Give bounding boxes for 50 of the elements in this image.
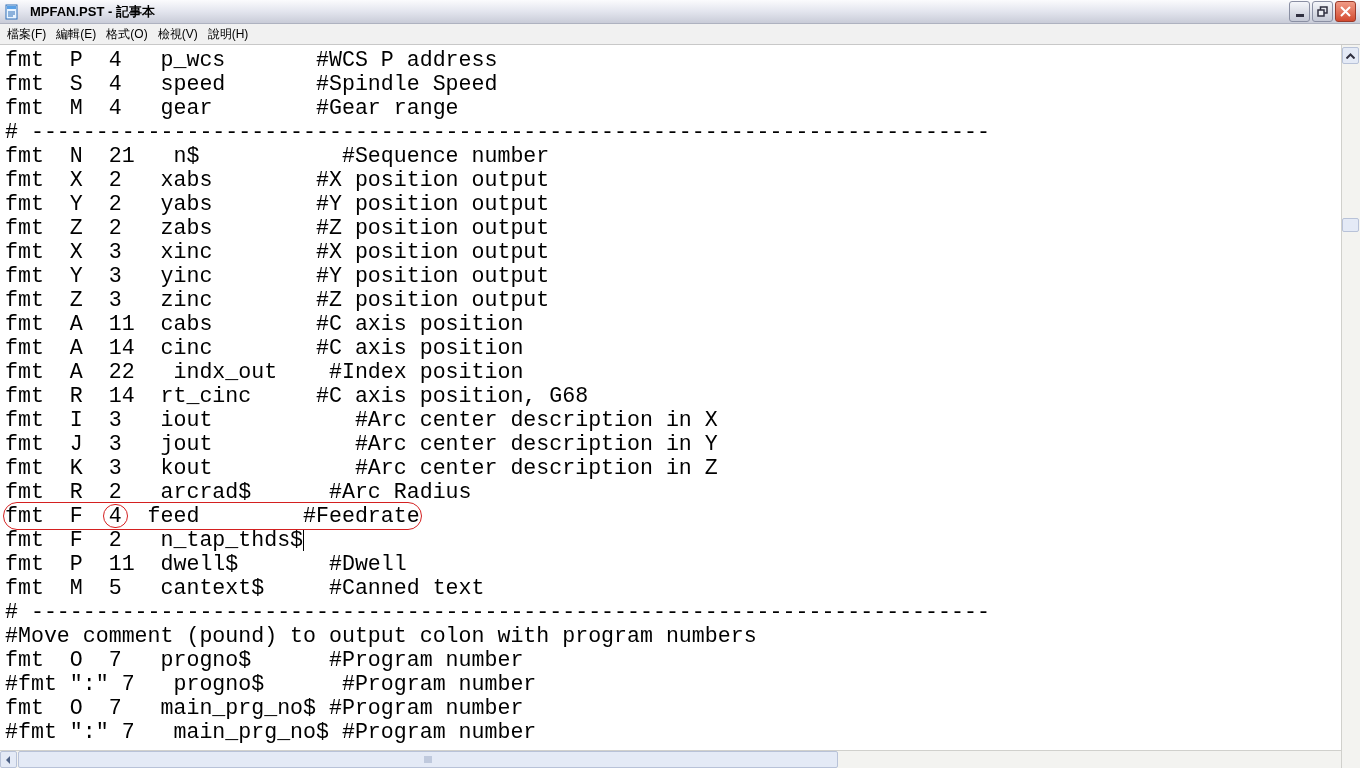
code-line: fmt R 14 rt_cinc #C axis position, G68 bbox=[5, 384, 589, 408]
menu-item[interactable]: 格式(O) bbox=[101, 25, 153, 43]
grip-icon bbox=[424, 756, 432, 763]
restore-icon bbox=[1317, 6, 1328, 17]
code-line: fmt R 2 arcrad$ #Arc Radius bbox=[5, 480, 472, 504]
left-arrow-icon bbox=[6, 755, 11, 764]
code-line: fmt F 2 n_tap_thds$ bbox=[5, 528, 304, 552]
scroll-left-button[interactable] bbox=[0, 751, 17, 768]
code-line: fmt X 3 xinc #X position output bbox=[5, 240, 550, 264]
code-line: fmt A 14 cinc #C axis position bbox=[5, 336, 524, 360]
code-line: fmt Z 3 zinc #Z position output bbox=[5, 288, 550, 312]
code-line: fmt S 4 speed #Spindle Speed bbox=[5, 72, 498, 96]
restore-button[interactable] bbox=[1312, 1, 1333, 22]
code-line: #fmt ":" 7 main_prg_no$ #Program number bbox=[5, 720, 537, 744]
scroll-thumb[interactable] bbox=[18, 751, 838, 768]
menu-item[interactable]: 檢視(V) bbox=[152, 25, 203, 43]
code-line: fmt M 4 gear #Gear range bbox=[5, 96, 459, 120]
menu-item[interactable]: 編輯(E) bbox=[51, 25, 102, 43]
code-line: fmt P 11 dwell$ #Dwell bbox=[5, 552, 407, 576]
scroll-up-button[interactable] bbox=[1342, 47, 1359, 64]
notepad-icon bbox=[4, 3, 20, 20]
code-line: # -------------------------------------------------------------------------- bbox=[5, 600, 990, 624]
code-line: fmt K 3 kout #Arc center description in Z bbox=[5, 456, 718, 480]
menu-item[interactable]: 說明(H) bbox=[202, 25, 254, 43]
code-line: fmt I 3 iout #Arc center description in X bbox=[5, 408, 718, 432]
code-line: fmt O 7 progno$ #Program number bbox=[5, 648, 524, 672]
code-line: fmt Y 2 yabs #Y position output bbox=[5, 192, 550, 216]
code-line: # -------------------------------------------------------------------------- bbox=[5, 120, 990, 144]
code-line: fmt M 5 cantext$ #Canned text bbox=[5, 576, 485, 600]
close-button[interactable] bbox=[1335, 1, 1356, 22]
code-line: fmt Y 3 yinc #Y position output bbox=[5, 264, 550, 288]
code-line: #Move comment (pound) to output colon with program numbers bbox=[5, 624, 757, 648]
code-line: fmt P 4 p_wcs #WCS P address bbox=[5, 48, 498, 72]
window-title: MPFAN.PST - 記事本 bbox=[30, 2, 155, 21]
code-line: fmt X 2 xabs #X position output bbox=[5, 168, 550, 192]
minimize-icon bbox=[1295, 14, 1304, 17]
code-line: fmt A 22 indx_out #Index position bbox=[5, 360, 524, 384]
code-line: fmt F 4 feed #Feedrate bbox=[5, 504, 420, 528]
code-line: #fmt ":" 7 progno$ #Program number bbox=[5, 672, 537, 696]
code-line: fmt N 21 n$ #Sequence number bbox=[5, 144, 550, 168]
close-icon bbox=[1340, 6, 1351, 17]
code-line: fmt Z 2 zabs #Z position output bbox=[5, 216, 550, 240]
scroll-thumb[interactable] bbox=[1342, 218, 1359, 232]
horizontal-scrollbar[interactable] bbox=[0, 750, 1341, 768]
menu-item[interactable]: 檔案(F) bbox=[2, 25, 52, 43]
code-line: fmt J 3 jout #Arc center description in Y bbox=[5, 432, 718, 456]
vertical-scrollbar[interactable] bbox=[1341, 45, 1360, 768]
minimize-button[interactable] bbox=[1289, 1, 1310, 22]
code-line: fmt O 7 main_prg_no$ #Program number bbox=[5, 696, 524, 720]
code-line: fmt A 11 cabs #C axis position bbox=[5, 312, 524, 336]
